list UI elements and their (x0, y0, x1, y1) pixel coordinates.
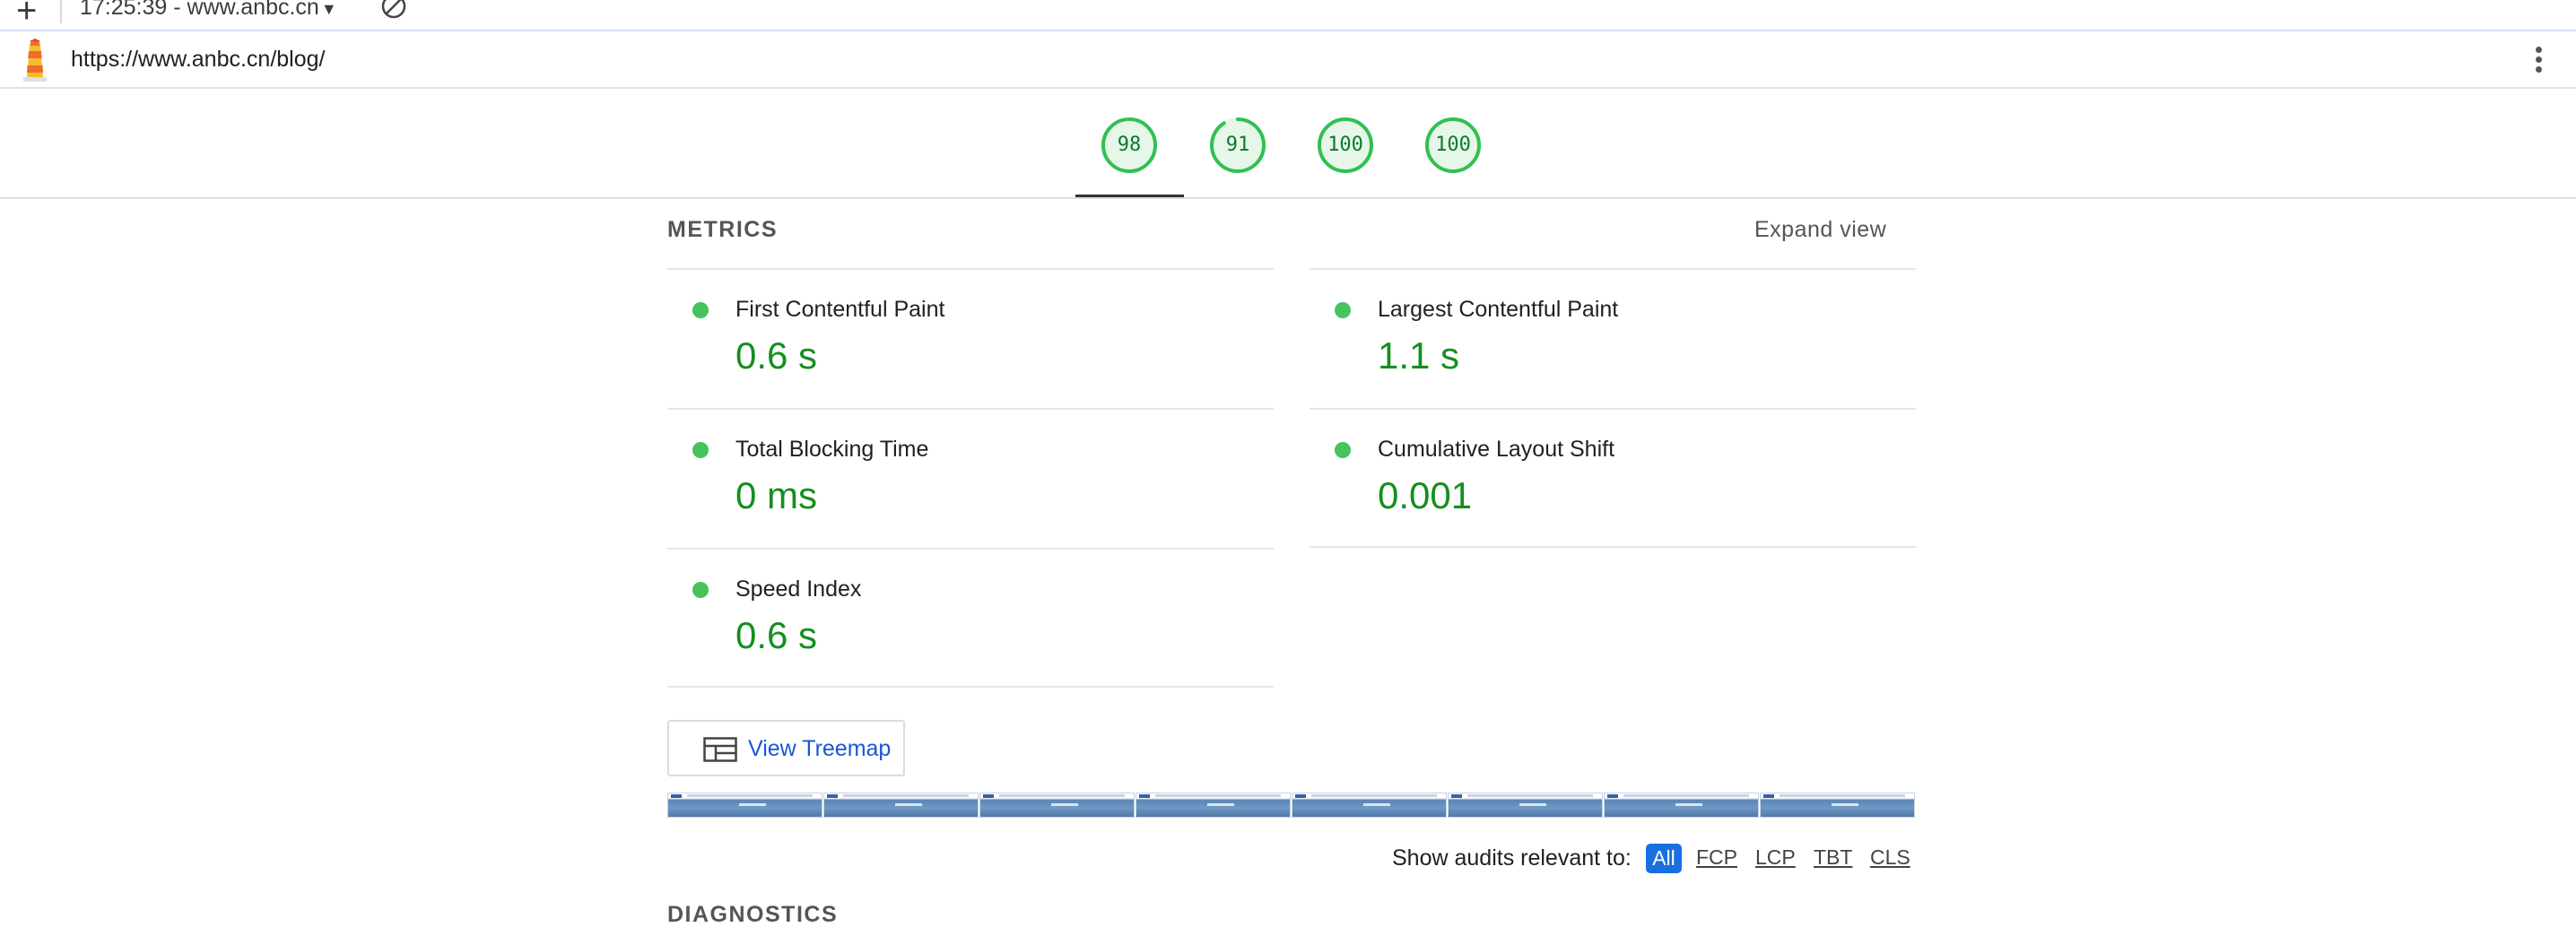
metric-total-blocking-time: Total Blocking Time 0 ms (667, 408, 1274, 548)
filter-fcp[interactable]: FCP (1696, 845, 1737, 870)
metric-title: Cumulative Layout Shift (1378, 437, 1615, 462)
gauge-score: 98 (1117, 134, 1142, 156)
report-selector-label: 17:25:39 - www.anbc.cn (80, 0, 319, 20)
gauge-seo[interactable]: 100 (1423, 116, 1483, 175)
metric-value: 0 ms (735, 474, 818, 516)
pass-indicator (1335, 442, 1351, 458)
metrics-heading: METRICS (667, 217, 778, 242)
gauge-score: 91 (1225, 134, 1250, 156)
filmstrip-frame (1448, 793, 1603, 818)
gauge-accessibility[interactable]: 91 (1208, 116, 1267, 175)
metric-title: First Contentful Paint (735, 297, 945, 322)
report-url: https://www.anbc.cn/blog/ (71, 47, 326, 72)
report-selector[interactable]: 17:25:39 - www.anbc.cn ▼ (80, 0, 337, 21)
filmstrip-frame (979, 793, 1135, 818)
filmstrip (667, 793, 1917, 818)
diagnostics-heading: DIAGNOSTICS (667, 902, 839, 927)
metric-value: 0.6 s (735, 334, 818, 377)
metric-divider (1310, 546, 1916, 548)
gauge-performance[interactable]: 98 (1100, 116, 1159, 175)
lighthouse-icon (23, 39, 47, 82)
metric-largest-contentful-paint: Largest Contentful Paint 1.1 s (1310, 268, 1916, 408)
metric-cumulative-layout-shift: Cumulative Layout Shift 0.001 (1310, 408, 1916, 548)
pass-indicator (692, 582, 709, 598)
filter-lcp[interactable]: LCP (1755, 845, 1796, 870)
filter-all[interactable]: All (1646, 844, 1682, 873)
filter-tbt[interactable]: TBT (1814, 845, 1852, 870)
metric-value: 1.1 s (1378, 334, 1460, 377)
filmstrip-frame (1760, 793, 1915, 818)
plus-icon[interactable]: + (16, 0, 37, 29)
metric-title: Largest Contentful Paint (1378, 297, 1619, 322)
view-treemap-button[interactable]: View Treemap (667, 720, 905, 776)
report-toolbar: + 17:25:39 - www.anbc.cn ▼ (0, 0, 2576, 31)
filter-cls[interactable]: CLS (1870, 845, 1910, 870)
metric-value: 0.001 (1378, 474, 1473, 516)
pass-indicator (692, 302, 709, 318)
caret-down-icon: ▼ (320, 0, 337, 18)
filmstrip-frame (1604, 793, 1759, 818)
view-treemap-label: View Treemap (748, 736, 892, 761)
url-bar: https://www.anbc.cn/blog/ (0, 31, 2576, 89)
block-icon[interactable] (380, 0, 407, 20)
gauge-best-practices[interactable]: 100 (1316, 116, 1375, 175)
audit-filter-label: Show audits relevant to: (1392, 845, 1632, 871)
treemap-icon (703, 737, 737, 762)
metric-value: 0.6 s (735, 614, 818, 656)
active-tab-indicator (1075, 195, 1184, 197)
filmstrip-frame (1136, 793, 1291, 818)
pass-indicator (692, 442, 709, 458)
kebab-menu-icon[interactable] (2528, 44, 2549, 76)
metric-title: Total Blocking Time (735, 437, 929, 462)
toolbar-divider (60, 0, 62, 23)
expand-view-toggle[interactable]: Expand view (1754, 217, 1886, 243)
metric-first-contentful-paint: First Contentful Paint 0.6 s (667, 268, 1274, 408)
metric-divider (667, 686, 1274, 688)
pass-indicator (1335, 302, 1351, 318)
metric-title: Speed Index (735, 576, 862, 602)
gauge-score: 100 (1327, 134, 1363, 156)
gauge-score: 100 (1435, 134, 1471, 156)
filmstrip-frame (667, 793, 822, 818)
category-gauges: 98 91 100 100 (0, 89, 2576, 199)
metric-speed-index: Speed Index 0.6 s (667, 548, 1274, 688)
filmstrip-frame (823, 793, 979, 818)
filmstrip-frame (1292, 793, 1447, 818)
